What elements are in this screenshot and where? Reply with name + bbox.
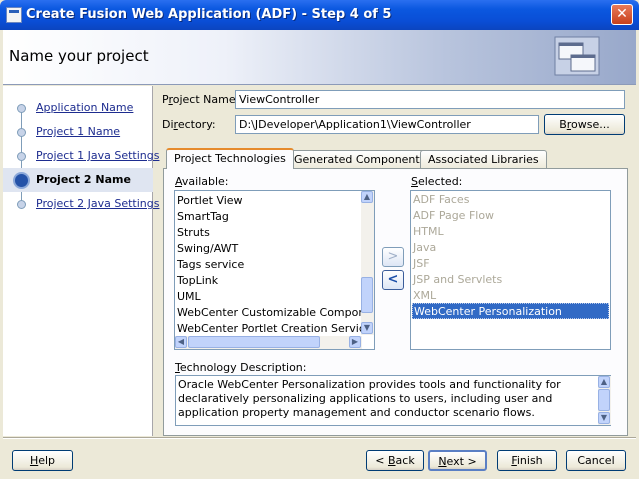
list-item[interactable]: WebCenter Customizable Components	[176, 305, 374, 321]
step-pending-icon	[17, 200, 26, 209]
scroll-down-icon[interactable]: ▼	[598, 412, 610, 424]
page-title: Name your project	[9, 47, 149, 65]
tab-project-technologies[interactable]: Project Technologies	[166, 148, 294, 169]
scroll-right-icon[interactable]: ▶	[349, 336, 361, 348]
nav-item-project-1-java-settings[interactable]: Project 1 Java Settings	[36, 149, 159, 162]
nav-item-project-2-java-settings[interactable]: Project 2 Java Settings	[36, 197, 159, 210]
nav-item-project-2-name: Project 2 Name	[36, 173, 131, 186]
available-label: Available:	[175, 175, 229, 188]
list-item[interactable]: SmartTag	[176, 209, 229, 225]
list-item: HTML	[413, 225, 444, 238]
technology-description-label: Technology Description:	[175, 361, 307, 374]
selected-label: Selected:	[411, 175, 463, 188]
list-item[interactable]: TopLink	[176, 273, 218, 289]
available-list[interactable]: Portlet View SmartTag Struts Swing/AWT T…	[174, 190, 375, 350]
selected-list[interactable]: ADF Faces ADF Page Flow HTML Java JSF JS…	[410, 190, 611, 350]
add-technology-button[interactable]: >	[382, 247, 404, 267]
footer-divider	[3, 437, 636, 439]
nav-item-project-1-name[interactable]: Project 1 Name	[36, 125, 120, 138]
list-item: JSP and Servlets	[413, 273, 503, 286]
list-item: ADF Page Flow	[413, 209, 495, 222]
available-horizontal-scrollbar[interactable]: ◀ ▶	[175, 336, 362, 349]
technology-description-text: Oracle WebCenter Personalization provide…	[178, 378, 561, 419]
scroll-left-icon[interactable]: ◀	[175, 336, 187, 348]
directory-input[interactable]: D:\JDeveloper\Application1\ViewControlle…	[235, 115, 539, 134]
scroll-thumb[interactable]	[598, 389, 610, 411]
next-button[interactable]: Next >	[428, 450, 487, 471]
list-item[interactable]: UML	[176, 289, 201, 305]
step-visited-icon	[17, 104, 26, 113]
scroll-up-icon[interactable]: ▲	[598, 376, 610, 388]
browse-button[interactable]: Browse...	[544, 114, 625, 135]
window-title: Create Fusion Web Application (ADF) - St…	[26, 7, 392, 22]
scroll-up-icon[interactable]: ▲	[361, 191, 373, 203]
tab-generated-components[interactable]: Generated Components	[286, 150, 434, 169]
list-item: Java	[413, 241, 437, 254]
step-visited-icon	[17, 152, 26, 161]
wizard-steps-nav: Application Name Project 1 Name Project …	[3, 86, 159, 436]
list-item[interactable]: Portlet View	[176, 193, 243, 209]
app-icon	[6, 7, 22, 23]
scroll-down-icon[interactable]: ▼	[361, 322, 373, 334]
finish-button[interactable]: Finish	[497, 450, 557, 471]
list-item[interactable]: Tags service	[176, 257, 244, 273]
available-vertical-scrollbar[interactable]: ▲ ▼	[361, 191, 374, 335]
list-item: ADF Faces	[413, 193, 470, 206]
list-item-selected[interactable]: WebCenter Personalization	[412, 303, 609, 319]
wizard-header: Name your project	[3, 30, 636, 85]
nav-item-application-name[interactable]: Application Name	[36, 101, 133, 114]
scroll-thumb[interactable]	[188, 336, 320, 348]
description-scrollbar[interactable]: ▲ ▼	[598, 376, 611, 425]
help-button[interactable]: Help	[12, 450, 73, 471]
step-visited-icon	[17, 128, 26, 137]
title-bar[interactable]: Create Fusion Web Application (ADF) - St…	[0, 0, 639, 30]
project-name-input[interactable]: ViewController	[235, 90, 625, 109]
list-item[interactable]: Struts	[176, 225, 210, 241]
scroll-thumb[interactable]	[361, 277, 373, 313]
close-button[interactable]: ✕	[611, 4, 633, 25]
list-item: XML	[413, 289, 437, 302]
cancel-button[interactable]: Cancel	[566, 450, 626, 471]
project-name-label: Project Name:	[162, 93, 240, 106]
directory-label: Directory:	[162, 118, 216, 131]
step-current-icon	[13, 172, 30, 189]
list-item[interactable]: WebCenter Portlet Creation Service	[176, 321, 372, 337]
list-item: JSF	[413, 257, 430, 270]
remove-technology-button[interactable]: <	[382, 270, 404, 290]
back-button[interactable]: < Back	[366, 450, 424, 471]
tab-associated-libraries[interactable]: Associated Libraries	[420, 150, 547, 169]
wizard-windows-icon	[554, 36, 600, 76]
list-item[interactable]: Swing/AWT	[176, 241, 238, 257]
